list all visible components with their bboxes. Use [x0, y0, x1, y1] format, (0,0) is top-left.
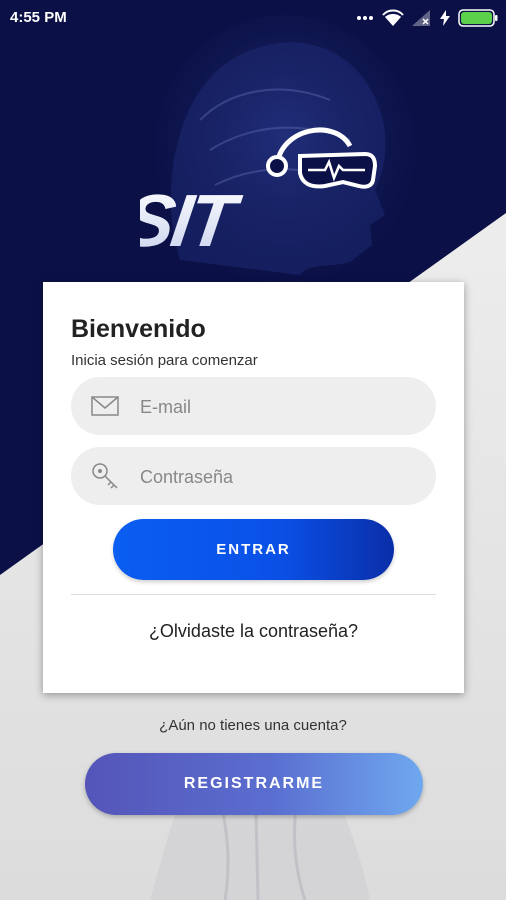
no-account-text: ¿Aún no tienes una cuenta? [159, 717, 347, 734]
battery-icon [458, 9, 498, 27]
password-field[interactable] [138, 447, 422, 507]
key-icon [92, 463, 118, 489]
login-button[interactable]: ENTRAR [113, 519, 394, 580]
status-bar: 4:55 PM [0, 0, 506, 36]
status-time: 4:55 PM [10, 9, 67, 26]
page-subtitle: Inicia sesión para comenzar [71, 352, 258, 369]
page-title: Bienvenido [71, 315, 206, 343]
status-icons [356, 7, 498, 29]
sit-logo: SIT [140, 127, 378, 250]
logo-text: SIT [140, 179, 246, 250]
signal-icon [412, 10, 430, 26]
login-card: Bienvenido Inicia sesión para comenzar E… [43, 282, 464, 693]
email-field[interactable] [138, 377, 422, 437]
email-field-container[interactable] [71, 377, 436, 437]
divider [71, 594, 436, 595]
envelope-icon [91, 396, 119, 416]
register-button[interactable]: REGISTRARME [85, 753, 423, 815]
dots-icon [357, 16, 373, 20]
charging-icon [440, 10, 450, 26]
password-field-container[interactable] [71, 447, 436, 507]
wifi-icon [382, 9, 404, 26]
forgot-password-link[interactable]: ¿Olvidaste la contraseña? [43, 621, 464, 642]
